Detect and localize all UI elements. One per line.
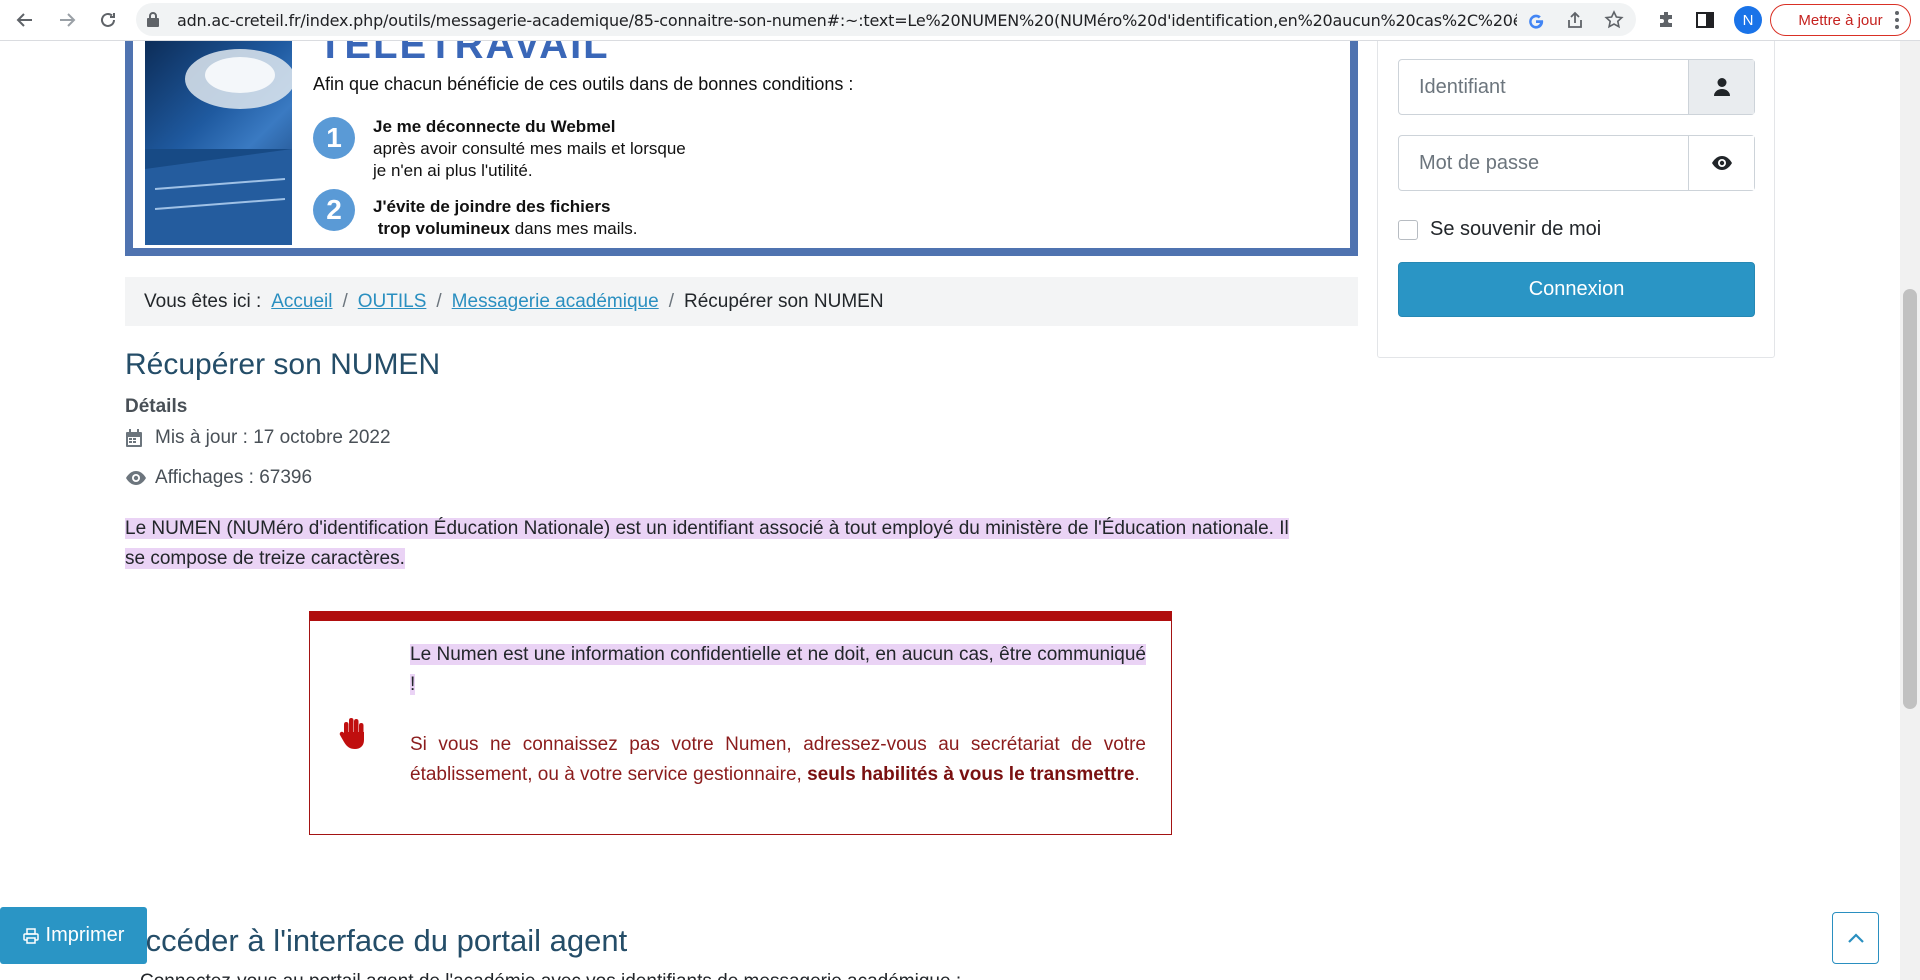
username-input[interactable] (1399, 60, 1689, 114)
print-icon (22, 927, 39, 944)
alert-warning: Le Numen est une information confidentie… (410, 644, 1146, 695)
remember-me-row: Se souvenir de moi (1398, 218, 1601, 241)
lock-icon (146, 11, 160, 33)
step-number-2: 2 (313, 189, 355, 231)
intro-paragraph: Le NUMEN (NUMéro d'identification Éducat… (125, 514, 1357, 574)
login-button[interactable]: Connexion (1398, 262, 1755, 317)
step-1-text: Je me déconnecte du Webmel après avoir c… (373, 116, 686, 182)
intro-line-2: se compose de treize caractères. (125, 548, 405, 569)
arrow-right-icon (60, 13, 76, 27)
eye-icon (125, 470, 149, 486)
step-2-bold: trop volumineux (373, 219, 510, 238)
breadcrumb-messagerie-link[interactable]: Messagerie académique (452, 291, 659, 313)
section-heading: Accéder à l'interface du portail agent (125, 923, 628, 958)
username-group (1398, 59, 1755, 115)
forward-button[interactable] (53, 6, 81, 34)
chevron-up-icon (1847, 933, 1864, 943)
breadcrumb-prefix: Vous êtes ici : (144, 290, 262, 312)
step-number-1: 1 (313, 117, 355, 159)
banner-title: TÉLÉTRAVAIL (318, 41, 610, 67)
step-2-rest: dans mes mails. (509, 219, 638, 238)
arrow-left-icon (16, 13, 32, 27)
user-icon (1688, 60, 1754, 114)
print-button[interactable]: Imprimer (0, 907, 147, 964)
banner-intro: Afin que chacun bénéficie de ces outils … (313, 74, 854, 94)
login-card: Se souvenir de moi Connexion (1377, 41, 1775, 358)
breadcrumb-home-link[interactable]: Accueil (271, 291, 332, 313)
reload-icon (101, 12, 115, 27)
show-password-button[interactable] (1688, 136, 1754, 190)
page-title: Récupérer son NUMEN (125, 348, 441, 381)
more-menu-icon[interactable] (1894, 9, 1900, 36)
step-2-text: J'évite de joindre des fichiers trop vol… (373, 196, 638, 240)
views-text: Affichages : 67396 (155, 467, 313, 488)
password-input[interactable] (1399, 136, 1689, 190)
breadcrumb-outils-link[interactable]: OUTILS (358, 291, 427, 313)
cut-off-paragraph: Connectez-vous au portail agent de l'aca… (140, 971, 961, 980)
details-label: Détails (125, 396, 188, 417)
breadcrumb-separator: / (436, 290, 442, 312)
step-1-title: Je me déconnecte du Webmel (373, 117, 616, 136)
step-1-line2: après avoir consulté mes mails et lorsqu… (373, 139, 686, 158)
back-button[interactable] (11, 6, 39, 34)
update-button[interactable]: Mettre à jour (1770, 4, 1911, 36)
print-label: Imprimer (45, 924, 125, 946)
stop-hand-icon (338, 716, 368, 755)
alert-body: Le Numen est une information confidentie… (410, 640, 1146, 790)
password-group (1398, 135, 1755, 191)
intro-line-1: Le NUMEN (NUMéro d'identification Éducat… (125, 518, 1289, 539)
browser-toolbar: adn.ac-creteil.fr/index.php/outils/messa… (0, 0, 1920, 41)
bookmark-star-icon[interactable] (1604, 10, 1624, 30)
view-count: Affichages : 67396 (125, 467, 312, 489)
share-icon[interactable] (1565, 10, 1585, 30)
alert-info-end: . (1134, 764, 1140, 785)
alert-info-bold: seuls habilités à vous le transmettre (807, 764, 1135, 785)
side-panel-icon[interactable] (1693, 8, 1717, 32)
profile-avatar[interactable]: N (1734, 6, 1762, 34)
calendar-icon (125, 428, 149, 448)
google-icon[interactable] (1526, 10, 1546, 30)
extensions-icon[interactable] (1654, 8, 1678, 32)
reload-button[interactable] (94, 6, 122, 34)
back-to-top-button[interactable] (1832, 912, 1879, 964)
confidential-alert: Le Numen est une information confidentie… (309, 611, 1172, 835)
breadcrumb: Vous êtes ici : Accueil / OUTILS / Messa… (125, 277, 1358, 326)
step-2-title: J'évite de joindre des fichiers (373, 197, 611, 216)
page-scrollbar[interactable] (1900, 41, 1920, 980)
url-text[interactable]: adn.ac-creteil.fr/index.php/outils/messa… (177, 11, 1517, 30)
page-content: TÉLÉTRAVAIL Afin que chacun bénéficie de… (0, 41, 1900, 980)
updated-text: Mis à jour : 17 octobre 2022 (155, 427, 391, 448)
breadcrumb-separator: / (342, 290, 348, 312)
step-1-line3: je n'en ai plus l'utilité. (373, 161, 533, 180)
remember-me-label[interactable]: Se souvenir de moi (1430, 218, 1601, 241)
breadcrumb-current: Récupérer son NUMEN (683, 290, 884, 312)
eye-icon (1711, 156, 1732, 170)
address-bar[interactable]: adn.ac-creteil.fr/index.php/outils/messa… (136, 3, 1636, 36)
alert-info: Si vous ne connaissez pas votre Numen, a… (410, 730, 1146, 790)
breadcrumb-separator: / (668, 290, 674, 312)
updated-date: Mis à jour : 17 octobre 2022 (125, 427, 391, 449)
telework-banner: TÉLÉTRAVAIL Afin que chacun bénéficie de… (125, 41, 1358, 256)
remember-me-checkbox[interactable] (1398, 219, 1418, 240)
banner-photo (145, 41, 292, 245)
scrollbar-thumb[interactable] (1903, 289, 1917, 709)
